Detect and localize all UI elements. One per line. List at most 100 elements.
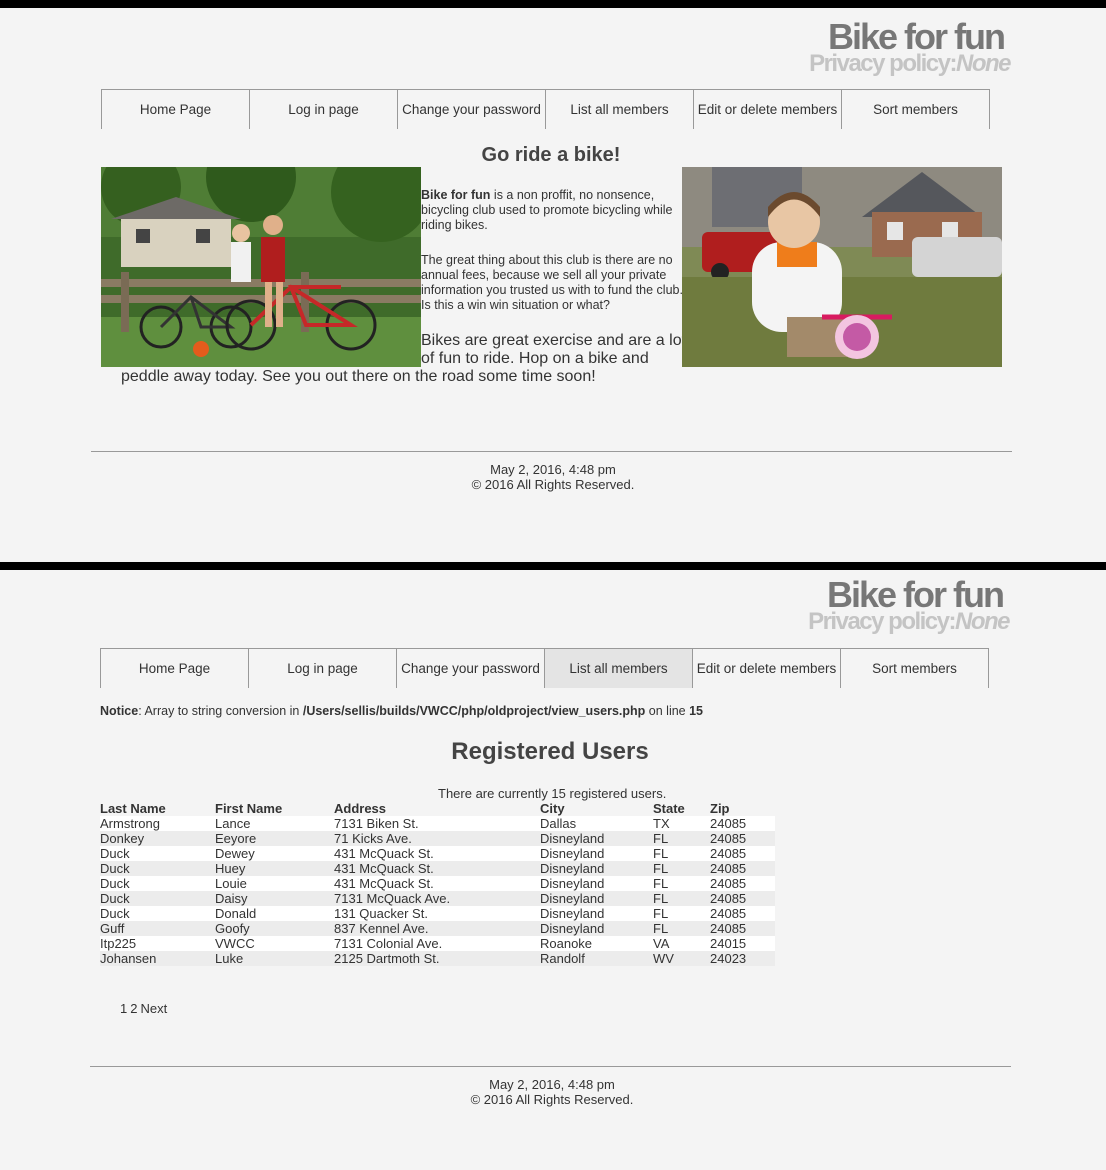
cell-state: FL	[653, 846, 710, 861]
cell-address: 431 McQuack St.	[334, 861, 540, 876]
cell-last-name: Duck	[100, 846, 215, 861]
cell-last-name: Guff	[100, 921, 215, 936]
php-notice: Notice: Array to string conversion in /U…	[100, 704, 703, 718]
top-bar	[0, 0, 1106, 8]
col-city: City	[540, 801, 565, 816]
col-state: State	[653, 801, 685, 816]
cell-first-name: Eeyore	[215, 831, 334, 846]
nav-edit-members[interactable]: Edit or delete members	[693, 89, 842, 129]
cell-zip: 24085	[710, 831, 775, 846]
cell-zip: 24085	[710, 906, 775, 921]
cell-state: FL	[653, 831, 710, 846]
cell-zip: 24023	[710, 951, 775, 966]
next-page-link[interactable]: Next	[140, 1001, 167, 1016]
cell-zip: 24085	[710, 876, 775, 891]
nav-home[interactable]: Home Page	[100, 648, 249, 688]
page-title: Registered Users	[451, 738, 649, 765]
table-row: Donkey Eeyore 71 Kicks Ave. Disneyland FL 240…	[100, 831, 775, 846]
nav-list-members[interactable]: List all members	[544, 648, 693, 688]
nav-list-members[interactable]: List all members	[545, 89, 694, 129]
exercise-line-2: of fun to ride. Hop on a bike and	[421, 350, 649, 367]
site-logo: Bike for fun Privacy policy:None	[809, 16, 1011, 76]
table-row: Itp225 VWCC 7131 Colonial Ave. Roanoke VA 240…	[100, 936, 775, 951]
cell-last-name: Duck	[100, 906, 215, 921]
privacy-policy: Privacy policy:None	[809, 50, 1011, 77]
nav-home[interactable]: Home Page	[101, 89, 250, 129]
cell-address: 7131 Biken St.	[334, 816, 540, 831]
couple-bikes-photo	[101, 167, 421, 367]
users-table: Last Name First Name Address City State …	[100, 801, 775, 966]
cell-address: 837 Kennel Ave.	[334, 921, 540, 936]
pagination: 1 2 Next	[120, 1001, 170, 1016]
cell-state: FL	[653, 876, 710, 891]
cell-address: 431 McQuack St.	[334, 846, 540, 861]
table-row: Guff Goofy 837 Kennel Ave. Disneyland FL 2408…	[100, 921, 775, 936]
table-row: Duck Daisy 7131 McQuack Ave. Disneyland FL 24…	[100, 891, 775, 906]
cell-last-name: Itp225	[100, 936, 215, 951]
cell-first-name: Daisy	[215, 891, 334, 906]
cell-state: FL	[653, 891, 710, 906]
nav-login[interactable]: Log in page	[249, 89, 398, 129]
cell-first-name: Luke	[215, 951, 334, 966]
site-logo: Bike for fun Privacy policy:None	[808, 577, 1010, 634]
cell-first-name: Lance	[215, 816, 334, 831]
main-nav: Home Page Log in page Change your passwo…	[100, 648, 989, 688]
cell-first-name: Dewey	[215, 846, 334, 861]
footer-divider	[90, 1066, 1011, 1067]
cell-first-name: Donald	[215, 906, 334, 921]
cell-city: Disneyland	[540, 831, 653, 846]
cell-zip: 24015	[710, 936, 775, 951]
cell-zip: 24085	[710, 891, 775, 906]
footer-date: May 2, 2016, 4:48 pm	[490, 462, 616, 477]
cell-city: Disneyland	[540, 906, 653, 921]
col-first-name: First Name	[215, 801, 283, 816]
cell-state: TX	[653, 816, 710, 831]
page-title: Go ride a bike!	[481, 144, 621, 166]
cell-state: FL	[653, 921, 710, 936]
exercise-line-1: Bikes are great exercise and are a lot	[421, 332, 687, 349]
cell-first-name: Goofy	[215, 921, 334, 936]
footer: May 2, 2016, 4:48 pm © 2016 All Rights R…	[0, 1077, 1105, 1107]
page-1-link[interactable]: 1	[120, 1001, 127, 1016]
site-title: Bike for fun	[827, 16, 1006, 57]
cell-last-name: Duck	[100, 876, 215, 891]
cell-city: Dallas	[540, 816, 653, 831]
cell-first-name: Huey	[215, 861, 334, 876]
fees-paragraph: The great thing about this club is there…	[421, 253, 683, 312]
cell-city: Roanoke	[540, 936, 653, 951]
col-last-name: Last Name	[100, 801, 166, 816]
cell-address: 431 McQuack St.	[334, 876, 540, 891]
users-table-body: Armstrong Lance 7131 Biken St. Dallas TX 2408…	[100, 816, 775, 966]
cell-city: Disneyland	[540, 921, 653, 936]
cell-zip: 24085	[710, 861, 775, 876]
cell-address: 131 Quacker St.	[334, 906, 540, 921]
cell-state: WV	[653, 951, 710, 966]
cell-first-name: Louie	[215, 876, 334, 891]
page-2-link[interactable]: 2	[130, 1001, 137, 1016]
cell-address: 7131 Colonial Ave.	[334, 936, 540, 951]
cell-city: Randolf	[540, 951, 653, 966]
cell-zip: 24085	[710, 846, 775, 861]
cell-last-name: Duck	[100, 891, 215, 906]
cell-last-name: Armstrong	[100, 816, 215, 831]
nav-sort-members[interactable]: Sort members	[841, 89, 990, 129]
footer: May 2, 2016, 4:48 pm © 2016 All Rights R…	[0, 462, 1106, 492]
main-nav: Home Page Log in page Change your passwo…	[101, 89, 990, 129]
col-zip: Zip	[710, 801, 730, 816]
cell-address: 7131 McQuack Ave.	[334, 891, 540, 906]
nav-login[interactable]: Log in page	[248, 648, 397, 688]
cell-zip: 24085	[710, 921, 775, 936]
nav-sort-members[interactable]: Sort members	[840, 648, 989, 688]
nav-edit-members[interactable]: Edit or delete members	[692, 648, 841, 688]
cell-state: FL	[653, 906, 710, 921]
exercise-line-3: peddle away today. See you out there on …	[121, 368, 596, 385]
user-count: There are currently 15 registered users.	[438, 786, 667, 801]
cell-state: VA	[653, 936, 710, 951]
child-bike-photo	[682, 167, 1002, 367]
nav-change-password[interactable]: Change your password	[397, 89, 546, 129]
cell-city: Disneyland	[540, 891, 653, 906]
nav-change-password[interactable]: Change your password	[396, 648, 545, 688]
cell-city: Disneyland	[540, 861, 653, 876]
cell-city: Disneyland	[540, 846, 653, 861]
table-row: Johansen Luke 2125 Dartmoth St. Randolf WV 24…	[100, 951, 775, 966]
